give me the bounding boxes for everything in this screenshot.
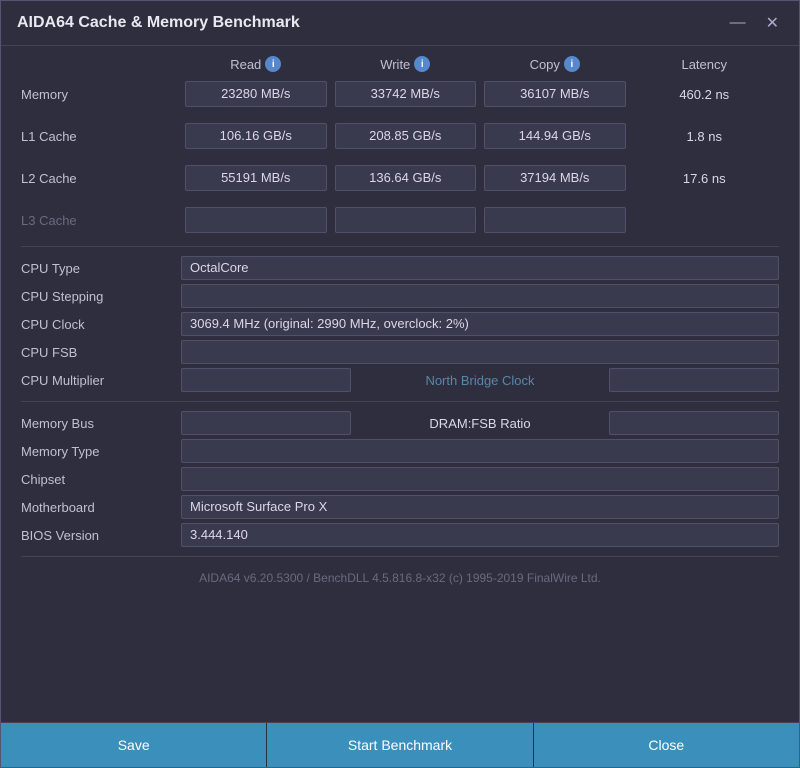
memory-type-value xyxy=(181,439,779,463)
motherboard-value: Microsoft Surface Pro X xyxy=(181,495,779,519)
cpu-type-value: OctalCore xyxy=(181,256,779,280)
latency-col-header: Latency xyxy=(630,57,780,72)
close-button[interactable]: ✕ xyxy=(762,11,783,35)
memory-info-section: Memory Bus DRAM:FSB Ratio Memory Type Ch… xyxy=(21,410,779,548)
l3-cache-label: L3 Cache xyxy=(21,213,181,228)
save-button[interactable]: Save xyxy=(1,723,267,767)
main-window: AIDA64 Cache & Memory Benchmark — ✕ Read… xyxy=(0,0,800,768)
l1-read-value: 106.16 GB/s xyxy=(185,123,327,149)
motherboard-row: Motherboard Microsoft Surface Pro X xyxy=(21,494,779,520)
dram-fsb-ratio-label: DRAM:FSB Ratio xyxy=(351,416,609,431)
read-col-header: Read i xyxy=(181,56,331,72)
l3-copy-value xyxy=(484,207,626,233)
dram-fsb-ratio-value xyxy=(609,411,779,435)
cpu-fsb-row: CPU FSB xyxy=(21,339,779,365)
l2-latency-value: 17.6 ns xyxy=(634,171,776,186)
window-controls: — ✕ xyxy=(726,11,783,35)
memory-bus-value xyxy=(181,411,351,435)
memory-write-value: 33742 MB/s xyxy=(335,81,477,107)
north-bridge-clock-label: North Bridge Clock xyxy=(351,373,609,388)
memory-read-value: 23280 MB/s xyxy=(185,81,327,107)
divider-2 xyxy=(21,401,779,402)
memory-bus-row: Memory Bus DRAM:FSB Ratio xyxy=(21,410,779,436)
content-area: Read i Write i Copy i Latency Memory 232… xyxy=(1,46,799,722)
cpu-clock-row: CPU Clock 3069.4 MHz (original: 2990 MHz… xyxy=(21,311,779,337)
divider-3 xyxy=(21,556,779,557)
l1-cache-label: L1 Cache xyxy=(21,129,181,144)
write-col-header: Write i xyxy=(331,56,481,72)
memory-label: Memory xyxy=(21,87,181,102)
column-headers: Read i Write i Copy i Latency xyxy=(21,56,779,72)
cpu-stepping-label: CPU Stepping xyxy=(21,289,181,304)
l2-cache-label: L2 Cache xyxy=(21,171,181,186)
cpu-clock-label: CPU Clock xyxy=(21,317,181,332)
cpu-stepping-row: CPU Stepping xyxy=(21,283,779,309)
read-info-icon[interactable]: i xyxy=(265,56,281,72)
l2-cache-row: L2 Cache 55191 MB/s 136.64 GB/s 37194 MB… xyxy=(21,162,779,194)
bios-version-value: 3.444.140 xyxy=(181,523,779,547)
memory-bus-label: Memory Bus xyxy=(21,416,181,431)
button-bar: Save Start Benchmark Close xyxy=(1,722,799,767)
cpu-type-label: CPU Type xyxy=(21,261,181,276)
l1-write-value: 208.85 GB/s xyxy=(335,123,477,149)
north-bridge-clock-value xyxy=(609,368,779,392)
chipset-label: Chipset xyxy=(21,472,181,487)
footer-text: AIDA64 v6.20.5300 / BenchDLL 4.5.816.8-x… xyxy=(21,565,779,589)
cpu-multiplier-row: CPU Multiplier North Bridge Clock xyxy=(21,367,779,393)
chipset-value xyxy=(181,467,779,491)
l1-cache-row: L1 Cache 106.16 GB/s 208.85 GB/s 144.94 … xyxy=(21,120,779,152)
memory-type-row: Memory Type xyxy=(21,438,779,464)
cpu-multiplier-label: CPU Multiplier xyxy=(21,373,181,388)
memory-latency-value: 460.2 ns xyxy=(634,87,776,102)
title-bar: AIDA64 Cache & Memory Benchmark — ✕ xyxy=(1,1,799,46)
bios-version-row: BIOS Version 3.444.140 xyxy=(21,522,779,548)
cpu-type-row: CPU Type OctalCore xyxy=(21,255,779,281)
l1-copy-value: 144.94 GB/s xyxy=(484,123,626,149)
cpu-fsb-value xyxy=(181,340,779,364)
motherboard-label: Motherboard xyxy=(21,500,181,515)
memory-copy-value: 36107 MB/s xyxy=(484,81,626,107)
l3-cache-row: L3 Cache xyxy=(21,204,779,236)
close-button-bottom[interactable]: Close xyxy=(534,723,799,767)
divider-1 xyxy=(21,246,779,247)
l2-write-value: 136.64 GB/s xyxy=(335,165,477,191)
minimize-button[interactable]: — xyxy=(726,12,750,34)
l3-read-value xyxy=(185,207,327,233)
l1-latency-value: 1.8 ns xyxy=(634,129,776,144)
cpu-multiplier-value xyxy=(181,368,351,392)
cpu-clock-value: 3069.4 MHz (original: 2990 MHz, overcloc… xyxy=(181,312,779,336)
memory-type-label: Memory Type xyxy=(21,444,181,459)
l2-copy-value: 37194 MB/s xyxy=(484,165,626,191)
window-title: AIDA64 Cache & Memory Benchmark xyxy=(17,14,300,32)
start-benchmark-button[interactable]: Start Benchmark xyxy=(267,723,533,767)
copy-info-icon[interactable]: i xyxy=(564,56,580,72)
l3-write-value xyxy=(335,207,477,233)
cpu-info-section: CPU Type OctalCore CPU Stepping CPU Cloc… xyxy=(21,255,779,393)
copy-col-header: Copy i xyxy=(480,56,630,72)
write-info-icon[interactable]: i xyxy=(414,56,430,72)
l2-read-value: 55191 MB/s xyxy=(185,165,327,191)
memory-row: Memory 23280 MB/s 33742 MB/s 36107 MB/s … xyxy=(21,78,779,110)
bios-version-label: BIOS Version xyxy=(21,528,181,543)
cpu-fsb-label: CPU FSB xyxy=(21,345,181,360)
chipset-row: Chipset xyxy=(21,466,779,492)
cpu-stepping-value xyxy=(181,284,779,308)
